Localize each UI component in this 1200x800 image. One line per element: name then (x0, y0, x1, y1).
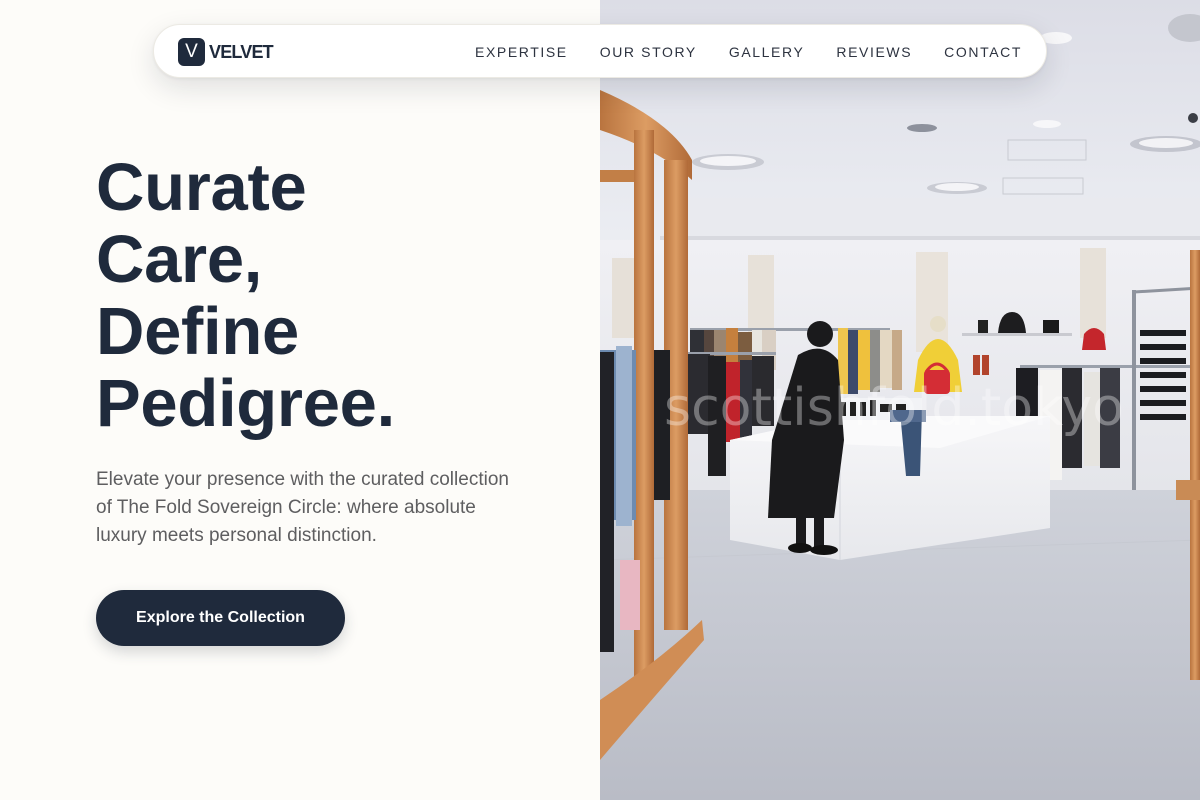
brand-logo[interactable]: V VELVET (178, 38, 274, 66)
logo-mark-icon: V (178, 38, 205, 66)
nav-link-gallery[interactable]: GALLERY (729, 44, 805, 60)
hero-subtitle: Elevate your presence with the curated c… (96, 469, 509, 546)
nav-link-our-story[interactable]: OUR STORY (600, 44, 697, 60)
nav-link-contact[interactable]: CONTACT (944, 44, 1022, 60)
nav-links: EXPERTISE OUR STORY GALLERY REVIEWS CONT… (475, 25, 1022, 79)
boutique-photo: scottishfold.tokyo (600, 0, 1200, 800)
hero-image: scottishfold.tokyo (600, 0, 1200, 800)
hero-title-line: Care, (96, 222, 263, 297)
hero-title-line: Define (96, 294, 299, 369)
hero-title: Curate Care, Define Pedigree. (96, 152, 556, 440)
top-navigation: V VELVET EXPERTISE OUR STORY GALLERY REV… (153, 24, 1047, 78)
nav-link-expertise[interactable]: EXPERTISE (475, 44, 568, 60)
hero-title-line: Pedigree. (96, 366, 395, 441)
brand-name: VELVET (209, 41, 274, 62)
explore-collection-button[interactable]: Explore the Collection (96, 590, 345, 646)
hero-title-line: Curate (96, 150, 307, 225)
watermark-text: scottishfold.tokyo (664, 378, 1124, 438)
nav-link-reviews[interactable]: REVIEWS (836, 44, 912, 60)
